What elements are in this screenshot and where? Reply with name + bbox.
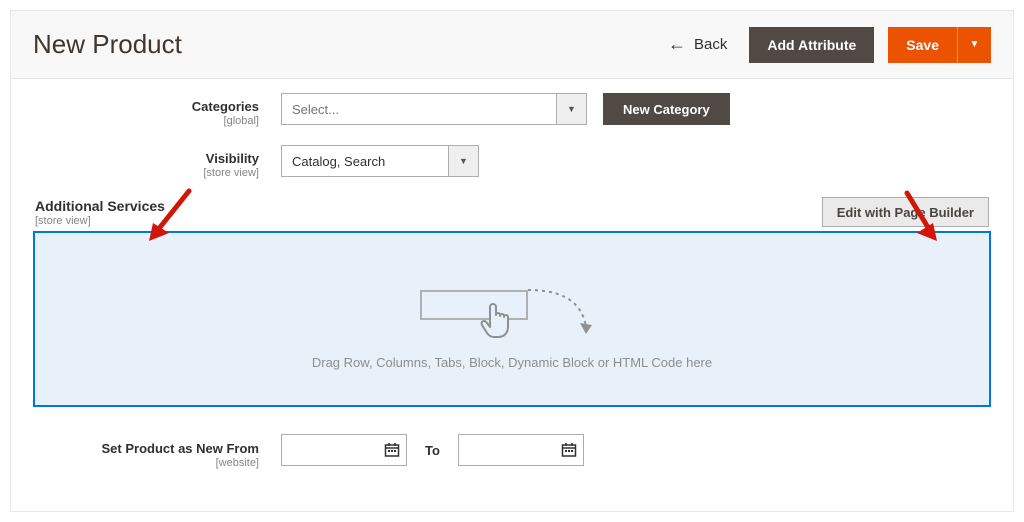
visibility-row: Visibility [store view] Catalog, Search … bbox=[33, 145, 991, 179]
dropzone-illustration bbox=[420, 268, 604, 341]
arrow-left-icon: ← bbox=[668, 34, 686, 55]
page-title: New Product bbox=[33, 29, 182, 60]
new-category-button[interactable]: New Category bbox=[603, 93, 730, 125]
set-new-from-scope: [website] bbox=[33, 457, 259, 469]
additional-services-label: Additional Services bbox=[35, 198, 165, 214]
caret-down-icon: ▼ bbox=[567, 104, 576, 114]
to-label: To bbox=[425, 443, 440, 458]
back-label: Back bbox=[694, 36, 727, 53]
additional-services-header: Additional Services [store view] Edit wi… bbox=[33, 197, 991, 227]
categories-placeholder: Select... bbox=[282, 94, 556, 124]
visibility-label-col: Visibility [store view] bbox=[33, 145, 281, 179]
caret-down-icon: ▼ bbox=[459, 156, 468, 166]
new-to-date-input[interactable] bbox=[458, 434, 584, 466]
new-from-date-input[interactable] bbox=[281, 434, 407, 466]
categories-label-col: Categories [global] bbox=[33, 93, 281, 127]
visibility-label: Visibility bbox=[206, 151, 259, 166]
set-new-from-control: To bbox=[281, 434, 584, 466]
edit-with-page-builder-button[interactable]: Edit with Page Builder bbox=[822, 197, 989, 227]
calendar-icon[interactable] bbox=[378, 442, 406, 458]
visibility-select-toggle[interactable]: ▼ bbox=[448, 146, 478, 176]
visibility-scope: [store view] bbox=[33, 167, 259, 179]
categories-select[interactable]: Select... ▼ bbox=[281, 93, 587, 125]
dotted-arrow-icon bbox=[524, 286, 604, 341]
additional-services-scope: [store view] bbox=[35, 215, 165, 227]
page-header: New Product ← Back Add Attribute Save ▼ bbox=[11, 11, 1013, 79]
set-new-from-label-col: Set Product as New From [website] bbox=[33, 431, 281, 469]
set-new-from-label: Set Product as New From bbox=[102, 441, 259, 456]
categories-row: Categories [global] Select... ▼ New Cate… bbox=[33, 93, 991, 127]
caret-down-icon: ▼ bbox=[970, 39, 980, 50]
categories-label: Categories bbox=[192, 99, 259, 114]
page-wrap: New Product ← Back Add Attribute Save ▼ … bbox=[10, 10, 1014, 512]
categories-scope: [global] bbox=[33, 115, 259, 127]
calendar-icon[interactable] bbox=[555, 442, 583, 458]
add-attribute-button[interactable]: Add Attribute bbox=[749, 27, 874, 63]
visibility-value: Catalog, Search bbox=[282, 146, 448, 176]
page-builder-dropzone[interactable]: Drag Row, Columns, Tabs, Block, Dynamic … bbox=[33, 231, 991, 407]
visibility-select[interactable]: Catalog, Search ▼ bbox=[281, 145, 479, 177]
categories-control: Select... ▼ New Category bbox=[281, 93, 730, 125]
form-content: Categories [global] Select... ▼ New Cate… bbox=[11, 79, 1013, 469]
hand-icon bbox=[480, 301, 510, 337]
save-button[interactable]: Save bbox=[888, 27, 957, 63]
visibility-control: Catalog, Search ▼ bbox=[281, 145, 479, 177]
back-link[interactable]: ← Back bbox=[668, 34, 727, 55]
save-dropdown-toggle[interactable]: ▼ bbox=[957, 27, 991, 63]
header-actions: ← Back Add Attribute Save ▼ bbox=[668, 27, 991, 63]
dropzone-hint: Drag Row, Columns, Tabs, Block, Dynamic … bbox=[312, 355, 712, 370]
set-new-from-row: Set Product as New From [website] bbox=[33, 431, 991, 469]
save-button-group: Save ▼ bbox=[888, 27, 991, 63]
categories-select-toggle[interactable]: ▼ bbox=[556, 94, 586, 124]
additional-services-label-wrap: Additional Services [store view] bbox=[35, 198, 165, 227]
